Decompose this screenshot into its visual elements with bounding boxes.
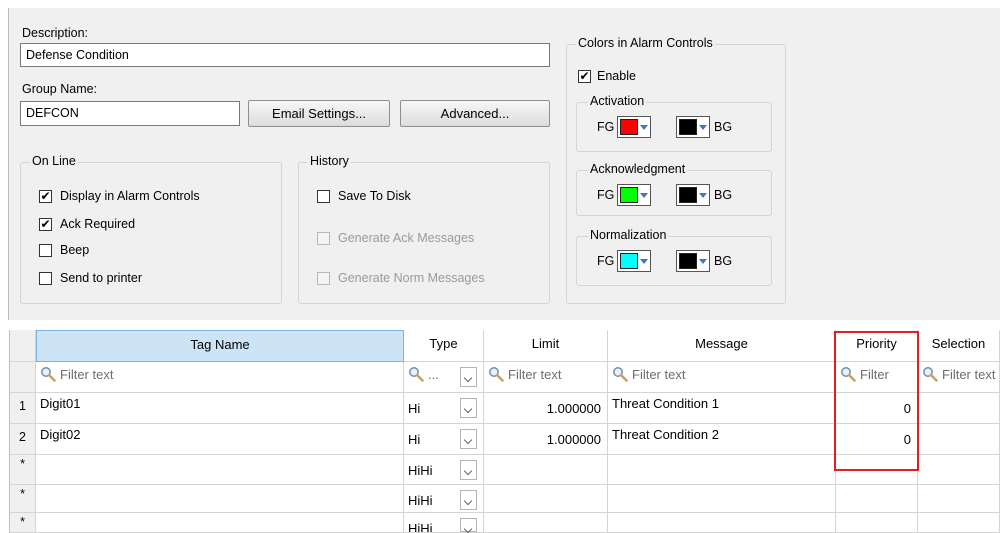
filter-message-input[interactable]: Filter text xyxy=(608,362,836,393)
filter-row-header xyxy=(10,362,36,393)
online-checkbox-0[interactable]: ✔ xyxy=(39,190,52,203)
history-label-0: Save To Disk xyxy=(338,189,411,203)
column-header-message[interactable]: Message xyxy=(608,330,836,362)
column-header-limit[interactable]: Limit xyxy=(484,330,608,362)
bg-label-2: BG xyxy=(714,254,733,268)
filter-limit-placeholder: Filter text xyxy=(508,367,562,382)
cell-selection[interactable] xyxy=(918,485,1000,513)
cell-priority[interactable] xyxy=(836,485,918,513)
fg-color-picker-2[interactable] xyxy=(617,250,651,272)
fg-color-picker-1[interactable] xyxy=(617,184,651,206)
filter-limit-input[interactable]: Filter text xyxy=(484,362,608,393)
online-checkbox-3[interactable] xyxy=(39,272,52,285)
type-dropdown[interactable] xyxy=(460,518,477,532)
cell-message[interactable] xyxy=(608,513,836,533)
top-strip xyxy=(0,0,1000,8)
advanced-button[interactable]: Advanced... xyxy=(400,100,550,127)
cell-selection[interactable] xyxy=(918,513,1000,533)
row-header[interactable]: 1 xyxy=(10,393,36,424)
cell-message[interactable] xyxy=(608,455,836,485)
type-dropdown[interactable] xyxy=(460,460,477,480)
history-group-title: History xyxy=(308,154,351,168)
cell-tag[interactable]: Digit01 xyxy=(36,393,404,424)
search-icon xyxy=(409,367,424,382)
history-checkbox-0[interactable] xyxy=(317,190,330,203)
filter-type-text: ... xyxy=(428,367,439,382)
filter-type-dropdown[interactable] xyxy=(460,367,477,387)
cell-tag[interactable]: Digit02 xyxy=(36,424,404,455)
filter-tag-placeholder: Filter text xyxy=(60,367,114,382)
enable-colors-checkbox[interactable]: ✔ xyxy=(578,70,591,83)
filter-selection-input[interactable]: Filter text xyxy=(918,362,1000,393)
cell-priority[interactable] xyxy=(836,513,918,533)
row-header[interactable]: * xyxy=(10,485,36,513)
cell-selection[interactable] xyxy=(918,424,1000,455)
group-name-field[interactable]: DEFCON xyxy=(20,101,240,126)
history-checkbox-1[interactable] xyxy=(317,232,330,245)
row-header[interactable]: * xyxy=(10,513,36,533)
search-icon xyxy=(613,367,628,382)
color-group-title-0: Activation xyxy=(588,94,647,108)
online-label-3: Send to printer xyxy=(60,271,142,285)
grid-corner xyxy=(10,330,36,362)
row-header[interactable]: * xyxy=(10,455,36,485)
fg-label-2: FG xyxy=(597,254,615,268)
fg-label-0: FG xyxy=(597,120,615,134)
history-label-2: Generate Norm Messages xyxy=(338,271,485,285)
cell-selection[interactable] xyxy=(918,393,1000,424)
type-dropdown[interactable] xyxy=(460,490,477,510)
search-icon xyxy=(41,367,56,382)
bg-label-1: BG xyxy=(714,188,733,202)
column-header-tag[interactable]: Tag Name xyxy=(36,330,404,362)
online-label-0: Display in Alarm Controls xyxy=(60,189,200,203)
cell-limit[interactable] xyxy=(484,485,608,513)
cell-selection[interactable] xyxy=(918,455,1000,485)
type-dropdown[interactable] xyxy=(460,398,477,418)
cell-limit[interactable]: 1.000000 xyxy=(484,424,608,455)
search-icon xyxy=(923,367,938,382)
cell-tag[interactable] xyxy=(36,513,404,533)
cell-tag[interactable] xyxy=(36,455,404,485)
search-icon xyxy=(489,367,504,382)
cell-message[interactable]: Threat Condition 1 xyxy=(608,393,836,424)
online-label-1: Ack Required xyxy=(60,217,136,231)
bg-label-0: BG xyxy=(714,120,733,134)
description-label: Description: xyxy=(22,26,88,40)
filter-tag-input[interactable]: Filter text xyxy=(36,362,404,393)
filter-selection-placeholder: Filter text xyxy=(942,367,996,382)
column-header-selection[interactable]: Selection xyxy=(918,330,1000,362)
filter-message-placeholder: Filter text xyxy=(632,367,686,382)
email-settings-button[interactable]: Email Settings... xyxy=(248,100,390,127)
color-group-title-1: Acknowledgment xyxy=(588,162,688,176)
type-dropdown[interactable] xyxy=(460,429,477,449)
column-header-type[interactable]: Type xyxy=(404,330,484,362)
description-field[interactable]: Defense Condition xyxy=(20,43,550,67)
row-header[interactable]: 2 xyxy=(10,424,36,455)
cell-limit[interactable]: 1.000000 xyxy=(484,393,608,424)
fg-label-1: FG xyxy=(597,188,615,202)
cell-limit[interactable] xyxy=(484,455,608,485)
bg-color-picker-1[interactable] xyxy=(676,184,710,206)
enable-colors-label: Enable xyxy=(597,69,636,83)
cell-limit[interactable] xyxy=(484,513,608,533)
online-label-2: Beep xyxy=(60,243,90,257)
online-group-title: On Line xyxy=(30,154,78,168)
cell-message[interactable] xyxy=(608,485,836,513)
cell-message[interactable]: Threat Condition 2 xyxy=(608,424,836,455)
color-group-title-2: Normalization xyxy=(588,228,669,242)
cell-tag[interactable] xyxy=(36,485,404,513)
history-checkbox-2[interactable] xyxy=(317,272,330,285)
online-checkbox-1[interactable]: ✔ xyxy=(39,218,52,231)
group-name-label: Group Name: xyxy=(22,82,98,96)
bg-color-picker-2[interactable] xyxy=(676,250,710,272)
fg-color-picker-0[interactable] xyxy=(617,116,651,138)
online-checkbox-2[interactable] xyxy=(39,244,52,257)
bg-color-picker-0[interactable] xyxy=(676,116,710,138)
priority-column-highlight xyxy=(834,331,919,471)
colors-group-title: Colors in Alarm Controls xyxy=(576,36,715,50)
history-label-1: Generate Ack Messages xyxy=(338,231,475,245)
